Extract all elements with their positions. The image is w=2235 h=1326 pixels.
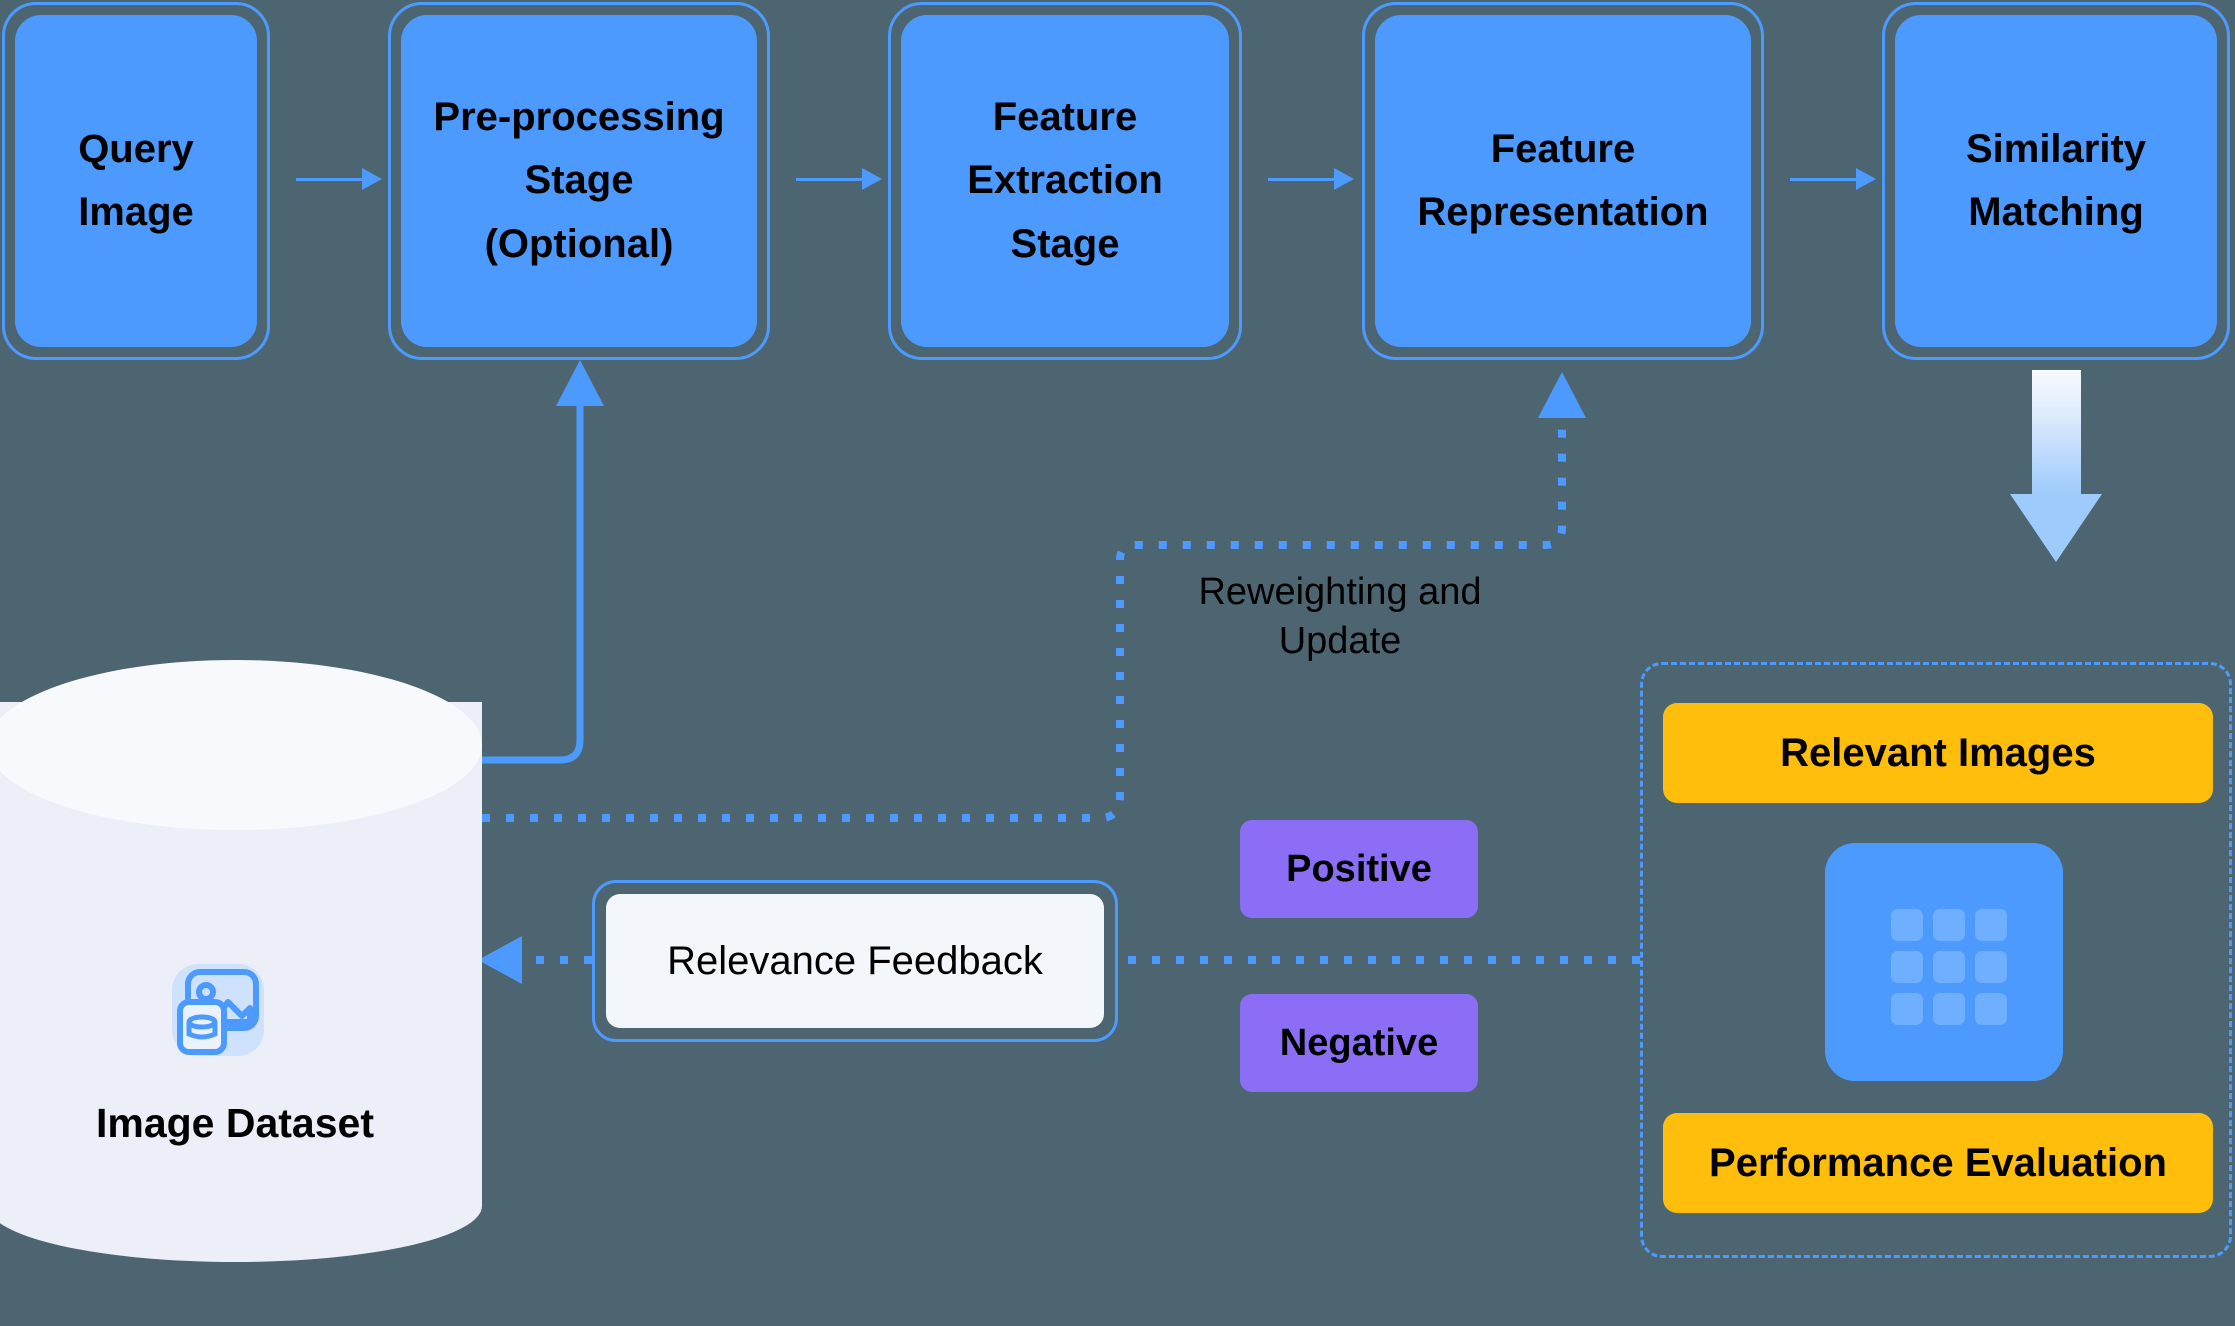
reweighting-label-line-1: Reweighting and	[1198, 571, 1482, 613]
stage-feature-extraction-line-1: Feature	[992, 95, 1138, 140]
arrowhead-feedback-to-dataset	[478, 936, 522, 984]
arrow-extraction-to-representation	[1268, 167, 1354, 191]
relevant-images-box[interactable]: Relevant Images	[1663, 703, 2213, 803]
stage-similarity-matching-line-2: Matching	[1968, 190, 2144, 234]
image-database-icon	[158, 950, 278, 1070]
stage-similarity-matching[interactable]: Similarity Matching	[1882, 2, 2230, 360]
connector-dataset-to-preprocessing	[478, 396, 584, 764]
performance-evaluation-box[interactable]: Performance Evaluation	[1663, 1113, 2213, 1213]
arrow-head	[1856, 168, 1876, 190]
arrowhead-reweighting-to-feature-representation	[1538, 372, 1586, 418]
image-dataset-cylinder[interactable]: Image Dataset	[0, 660, 482, 1262]
arrow-representation-to-similarity	[1790, 167, 1876, 191]
arrow-query-to-preprocessing	[296, 167, 382, 191]
gradient-arrow-head	[2010, 494, 2102, 562]
chip-negative[interactable]: Negative	[1240, 994, 1478, 1092]
arrow-shaft	[796, 178, 862, 181]
reweighting-label-line-2: Update	[1278, 619, 1402, 662]
stage-query-image-body: Query Image	[15, 15, 257, 347]
arrow-shaft	[1790, 178, 1856, 181]
stage-feature-representation[interactable]: Feature Representation	[1362, 2, 1764, 360]
stage-feature-extraction-line-2: Extraction	[967, 158, 1163, 203]
stage-pre-processing[interactable]: Pre-processing Stage (Optional)	[388, 2, 770, 360]
chip-positive[interactable]: Positive	[1240, 820, 1478, 918]
stage-feature-representation-line-1: Feature	[1490, 126, 1636, 171]
relevance-feedback-label: Relevance Feedback	[606, 894, 1104, 1028]
image-dataset-label: Image Dataset	[95, 1100, 374, 1146]
arrow-shaft	[296, 178, 362, 181]
stage-pre-processing-line-2: Stage	[524, 158, 634, 203]
stage-similarity-matching-line-1: Similarity	[1965, 126, 2147, 171]
arrow-shaft	[1268, 178, 1334, 181]
chip-negative-label: Negative	[1279, 1021, 1439, 1064]
stage-pre-processing-body: Pre-processing Stage (Optional)	[401, 15, 757, 347]
stage-pre-processing-line-3: (Optional)	[484, 221, 674, 266]
stage-feature-extraction-line-3: Stage	[1010, 221, 1120, 266]
stage-similarity-matching-body: Similarity Matching	[1895, 15, 2217, 347]
gradient-flow-arrow	[2010, 370, 2102, 566]
stage-query-image[interactable]: Query Image	[2, 2, 270, 360]
stage-query-image-line-2: Image	[78, 190, 194, 234]
cylinder-top	[0, 660, 482, 830]
arrow-preprocessing-to-extraction	[796, 167, 882, 191]
relevant-images-label: Relevant Images	[1780, 730, 2096, 775]
diagram-canvas: Query Image Pre-processing Stage (Option…	[0, 0, 2235, 1326]
results-panel: Relevant Images Performance Evaluation	[1640, 662, 2232, 1258]
stage-query-image-line-1: Query	[78, 126, 194, 171]
arrow-head	[362, 168, 382, 190]
arrow-head	[862, 168, 882, 190]
arrowhead-dataset-to-preprocessing	[556, 360, 604, 406]
reweighting-label: Reweighting and Update	[1130, 568, 1550, 665]
gradient-arrow-shaft	[2032, 370, 2081, 495]
stage-feature-representation-line-2: Representation	[1417, 190, 1709, 234]
stage-feature-representation-body: Feature Representation	[1375, 15, 1751, 347]
stage-pre-processing-line-1: Pre-processing	[433, 95, 725, 140]
relevance-feedback-card[interactable]: Relevance Feedback	[592, 880, 1118, 1042]
image-grid-icon	[1825, 843, 2063, 1081]
stage-feature-extraction-body: Feature Extraction Stage	[901, 15, 1229, 347]
stage-feature-extraction[interactable]: Feature Extraction Stage	[888, 2, 1242, 360]
chip-positive-label: Positive	[1286, 847, 1432, 890]
arrow-head	[1334, 168, 1354, 190]
performance-evaluation-label: Performance Evaluation	[1709, 1140, 2167, 1185]
